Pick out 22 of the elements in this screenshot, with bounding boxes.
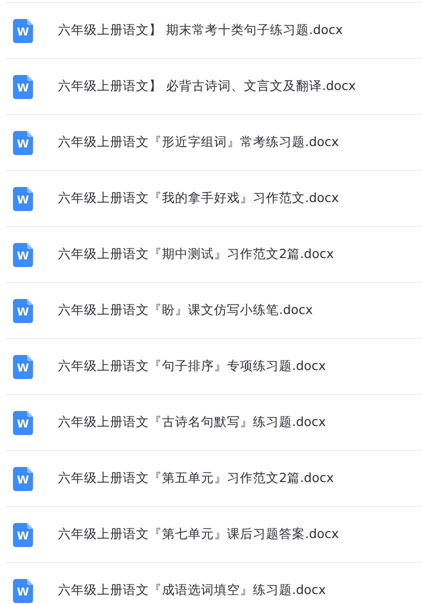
document-icon: W xyxy=(13,578,33,602)
file-name[interactable]: 六年级上册语文『第五单元』习作范文2篇.docx xyxy=(58,470,334,487)
document-icon: W xyxy=(13,522,33,546)
file-name[interactable]: 六年级上册语文】 必背古诗词、文言文及翻译.docx xyxy=(58,78,356,95)
file-name[interactable]: 六年级上册语文『句子排序』专项练习题.docx xyxy=(58,358,326,375)
document-icon: W xyxy=(13,130,33,154)
document-icon: W xyxy=(13,354,33,378)
file-name[interactable]: 六年级上册语文『形近字组词』常考练习题.docx xyxy=(58,134,339,151)
document-icon: W xyxy=(13,18,33,42)
document-icon: W xyxy=(13,298,33,322)
document-icon: W xyxy=(13,242,33,266)
file-name[interactable]: 六年级上册语文『古诗名句默写』练习题.docx xyxy=(58,414,326,431)
file-name[interactable]: 六年级上册语文『成语选词填空』练习题.docx xyxy=(58,582,326,599)
document-icon: W xyxy=(13,74,33,98)
document-icon: W xyxy=(13,186,33,210)
file-name[interactable]: 六年级上册语文『期中测试』习作范文2篇.docx xyxy=(58,246,334,263)
document-icon: W xyxy=(13,410,33,434)
file-name[interactable]: 六年级上册语文『第七单元』课后习题答案.docx xyxy=(58,526,339,543)
file-name[interactable]: 六年级上册语文『我的拿手好戏』习作范文.docx xyxy=(58,190,339,207)
document-icon: W xyxy=(13,466,33,490)
file-name[interactable]: 六年级上册语文『盼』课文仿写小练笔.docx xyxy=(58,302,313,319)
file-name[interactable]: 六年级上册语文】 期末常考十类句子练习题.docx xyxy=(58,22,343,39)
